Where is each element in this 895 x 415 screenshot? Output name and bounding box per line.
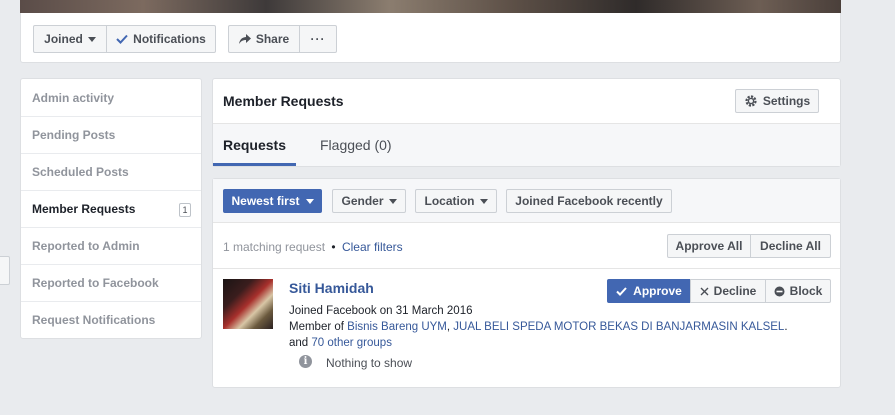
info-icon: i <box>299 355 312 368</box>
nothing-to-show-text: Nothing to show <box>326 356 413 370</box>
other-groups-line: and 70 other groups <box>289 337 392 349</box>
notifications-label: Notifications <box>133 32 206 46</box>
match-count: 1 matching request <box>223 240 326 254</box>
decline-button[interactable]: Decline <box>690 279 766 303</box>
page-title: Member Requests <box>223 93 344 109</box>
sidebar-item-reported-to-facebook[interactable]: Reported to Facebook <box>21 264 201 301</box>
more-options-button[interactable]: ··· <box>299 25 337 53</box>
avatar[interactable] <box>223 279 273 329</box>
admin-sidebar: Admin activity Pending Posts Scheduled P… <box>20 78 202 339</box>
joined-recently-filter[interactable]: Joined Facebook recently <box>506 189 672 213</box>
block-icon <box>774 286 785 296</box>
tab-bar: Requests Flagged (0) <box>213 124 840 166</box>
chevron-down-icon <box>305 198 314 204</box>
group-link[interactable]: JUAL BELI SPEDA MOTOR BEKAS DI BANJARMAS… <box>453 321 784 333</box>
decline-all-label: Decline All <box>760 239 821 253</box>
sidebar-item-pending-posts[interactable]: Pending Posts <box>21 116 201 153</box>
tab-label: Flagged (0) <box>320 137 392 153</box>
sidebar-item-reported-to-admin[interactable]: Reported to Admin <box>21 227 201 264</box>
period: . <box>784 321 788 333</box>
joined-button[interactable]: Joined <box>33 25 107 53</box>
settings-button[interactable]: Settings <box>735 89 819 113</box>
close-icon <box>700 287 709 295</box>
sort-dropdown[interactable]: Newest first <box>223 189 322 213</box>
other-groups-link[interactable]: 70 other groups <box>311 337 392 349</box>
gender-label: Gender <box>341 194 384 208</box>
filter-bar: Newest first Gender Location Joined Face… <box>213 179 840 223</box>
sidebar-item-member-requests[interactable]: Member Requests 1 <box>21 190 201 227</box>
block-label: Block <box>789 284 823 298</box>
location-label: Location <box>424 194 475 208</box>
chevron-down-icon <box>388 198 397 204</box>
check-icon <box>616 286 627 296</box>
results-bar: 1 matching request • Clear filters Appro… <box>213 224 840 269</box>
member-of-line: Member of Bisnis Bareng UYM, JUAL BELI S… <box>289 321 788 333</box>
request-actions: Approve Decline Block <box>607 279 832 303</box>
share-button[interactable]: Share <box>228 25 300 53</box>
more-icon: ··· <box>310 32 326 46</box>
gender-filter[interactable]: Gender <box>332 189 406 213</box>
separator: • <box>331 240 336 254</box>
sidebar-item-label: Reported to Admin <box>32 239 140 253</box>
approve-all-button[interactable]: Approve All <box>667 234 751 258</box>
sidebar-item-label: Admin activity <box>32 90 115 105</box>
group-link[interactable]: Bisnis Bareng UYM <box>347 321 447 333</box>
chevron-down-icon <box>87 36 96 42</box>
approve-label: Approve <box>633 284 682 298</box>
sidebar-item-label: Pending Posts <box>32 128 116 142</box>
check-icon <box>116 34 128 44</box>
cover-photo <box>20 0 841 13</box>
approve-all-label: Approve All <box>675 239 743 253</box>
block-button[interactable]: Block <box>765 279 831 303</box>
sidebar-item-label: Member Requests <box>32 202 136 216</box>
settings-label: Settings <box>762 94 811 108</box>
sidebar-item-label: Request Notifications <box>32 313 156 327</box>
sidebar-item-request-notifications[interactable]: Request Notifications <box>21 301 201 338</box>
requests-panel: Newest first Gender Location Joined Face… <box>212 178 841 388</box>
tab-flagged[interactable]: Flagged (0) <box>320 124 392 166</box>
sidebar-item-admin-activity[interactable]: Admin activity <box>21 79 201 116</box>
sidebar-item-scheduled-posts[interactable]: Scheduled Posts <box>21 153 201 190</box>
count-badge: 1 <box>179 203 191 217</box>
member-of-prefix: Member of <box>289 321 348 333</box>
share-arrow-icon <box>238 34 251 44</box>
tab-requests[interactable]: Requests <box>213 124 296 166</box>
sort-label: Newest first <box>231 194 300 208</box>
sidebar-item-label: Scheduled Posts <box>32 165 129 179</box>
joined-facebook-date: Joined Facebook on 31 March 2016 <box>289 305 473 317</box>
share-label: Share <box>255 32 290 46</box>
joined-label: Joined <box>44 32 83 46</box>
requester-name[interactable]: Siti Hamidah <box>289 280 374 296</box>
notifications-button[interactable]: Notifications <box>106 25 216 53</box>
chevron-down-icon <box>479 198 488 204</box>
decline-label: Decline <box>713 284 757 298</box>
clear-filters-link[interactable]: Clear filters <box>342 240 403 254</box>
member-requests-header: Member Requests Settings Requests Flagge… <box>212 78 841 167</box>
sidebar-item-label: Reported to Facebook <box>32 276 159 290</box>
joined-recently-label: Joined Facebook recently <box>515 194 663 208</box>
decline-all-button[interactable]: Decline All <box>750 234 831 258</box>
approve-button[interactable]: Approve <box>607 279 691 303</box>
edge-tab[interactable] <box>0 256 10 285</box>
tab-label: Requests <box>222 137 287 153</box>
gear-icon <box>745 95 757 107</box>
match-summary: 1 matching request • Clear filters <box>223 240 403 254</box>
and-text: and <box>289 337 312 349</box>
location-filter[interactable]: Location <box>415 189 497 213</box>
